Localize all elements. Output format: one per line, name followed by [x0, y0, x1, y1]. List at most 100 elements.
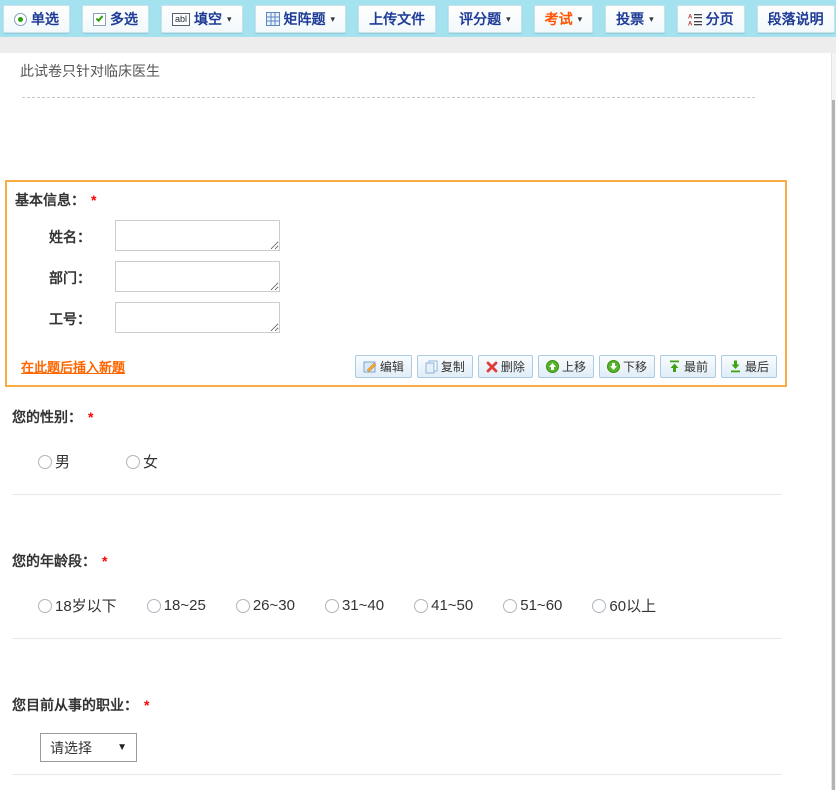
- radio-icon[interactable]: [236, 599, 250, 613]
- move-first-button[interactable]: 最前: [660, 355, 716, 378]
- toolbar-button-page-break[interactable]: AA 分页: [677, 5, 745, 33]
- action-label: 复制: [441, 358, 465, 375]
- field-label: 姓名：: [49, 220, 115, 247]
- move-down-icon: [607, 360, 620, 373]
- toolbar-button-vote[interactable]: 投票 ▾: [605, 5, 665, 33]
- gender-options: 男 女: [38, 451, 830, 472]
- copy-button[interactable]: 复制: [417, 355, 473, 378]
- radio-icon[interactable]: [414, 599, 428, 613]
- chevron-down-icon: ▾: [506, 15, 511, 24]
- employee-id-field[interactable]: [115, 302, 280, 333]
- question-title: 您的性别： *: [12, 407, 830, 427]
- question-action-buttons: 编辑 复制 删除 上移 下移: [355, 355, 777, 378]
- insert-question-link[interactable]: 在此题后插入新题: [21, 357, 125, 376]
- option-label: 女: [143, 451, 158, 472]
- move-up-icon: [546, 360, 559, 373]
- action-label: 编辑: [380, 358, 404, 375]
- radio-option-age-1[interactable]: 18~25: [147, 597, 206, 614]
- required-asterisk: *: [88, 409, 93, 425]
- action-label: 最后: [745, 358, 769, 375]
- toolbar-button-exam[interactable]: 考试 ▾: [534, 5, 594, 33]
- radio-option-male[interactable]: 男: [38, 451, 70, 472]
- toolbar-button-label: 单选: [31, 9, 59, 29]
- toolbar-button-matrix[interactable]: 矩阵题 ▾: [255, 5, 347, 33]
- radio-icon[interactable]: [126, 455, 140, 469]
- field-row-department: 部门：: [49, 261, 777, 292]
- toolbar-button-rating[interactable]: 评分题 ▾: [448, 5, 522, 33]
- toolbar-button-upload-file[interactable]: 上传文件: [358, 5, 436, 33]
- option-label: 51~60: [520, 597, 562, 614]
- move-down-button[interactable]: 下移: [599, 355, 655, 378]
- occupation-select[interactable]: 请选择 ▼: [40, 733, 137, 762]
- required-asterisk: *: [102, 553, 107, 569]
- question-type-toolbar: 单选 多选 abl 填空 ▾ 矩阵题 ▾ 上传文件 评分题 ▾ 考试 ▾ 投票 …: [0, 0, 836, 37]
- toolbar-button-label: 多选: [110, 9, 138, 29]
- option-label: 31~40: [342, 597, 384, 614]
- survey-editor-canvas: 此试卷只针对临床医生 基本信息：* 姓名： 部门： 工号： 在此题后插入新题 编…: [0, 53, 830, 790]
- radio-icon[interactable]: [38, 599, 52, 613]
- radio-option-age-6[interactable]: 60以上: [592, 595, 656, 616]
- toolbar-button-label: 考试: [545, 9, 573, 29]
- copy-icon: [425, 360, 438, 374]
- radio-icon[interactable]: [325, 599, 339, 613]
- question-title: 您目前从事的职业：*: [12, 695, 830, 715]
- edit-button[interactable]: 编辑: [355, 355, 412, 378]
- field-label: 部门：: [49, 261, 115, 288]
- question-age[interactable]: 您的年龄段：* 18岁以下 18~25 26~30 31~40 41~50: [12, 551, 830, 616]
- toolbar-button-label: 投票: [616, 9, 644, 29]
- option-label: 60以上: [609, 595, 656, 616]
- chevron-down-icon: ▾: [578, 15, 583, 24]
- radio-option-female[interactable]: 女: [126, 451, 158, 472]
- dropdown-arrow-icon: ▼: [117, 742, 127, 753]
- move-to-bottom-icon: [729, 360, 742, 373]
- toolbar-button-single-choice[interactable]: 单选: [3, 5, 70, 33]
- question-title-text: 基本信息：: [15, 192, 85, 208]
- radio-option-age-5[interactable]: 51~60: [503, 597, 562, 614]
- option-label: 26~30: [253, 597, 295, 614]
- age-options: 18岁以下 18~25 26~30 31~40 41~50 51~60: [38, 595, 830, 616]
- option-label: 18岁以下: [55, 595, 117, 616]
- toolbar-button-fill-blank[interactable]: abl 填空 ▾: [161, 5, 243, 33]
- action-label: 删除: [501, 358, 525, 375]
- radio-option-age-3[interactable]: 31~40: [325, 597, 384, 614]
- name-field[interactable]: [115, 220, 280, 251]
- radio-icon: [14, 13, 27, 26]
- radio-icon[interactable]: [147, 599, 161, 613]
- field-label: 工号：: [49, 302, 115, 329]
- option-label: 41~50: [431, 597, 473, 614]
- delete-x-icon: [486, 361, 498, 373]
- scrollbar[interactable]: [832, 100, 835, 790]
- radio-option-age-4[interactable]: 41~50: [414, 597, 473, 614]
- question-divider: [12, 494, 782, 495]
- chevron-down-icon: ▾: [331, 15, 336, 24]
- option-label: 18~25: [164, 597, 206, 614]
- option-label: 男: [55, 451, 70, 472]
- chevron-down-icon: ▾: [227, 15, 232, 24]
- radio-option-age-0[interactable]: 18岁以下: [38, 595, 117, 616]
- question-action-bar: 在此题后插入新题 编辑 复制 删除 上移: [15, 355, 777, 378]
- svg-text:A: A: [688, 21, 693, 26]
- department-field[interactable]: [115, 261, 280, 292]
- field-row-name: 姓名：: [49, 220, 777, 251]
- move-to-top-icon: [668, 360, 681, 373]
- question-title-text: 您的性别：: [12, 409, 82, 425]
- toolbar-button-label: 分页: [706, 9, 734, 29]
- question-title: 您的年龄段：*: [12, 551, 830, 571]
- delete-button[interactable]: 删除: [478, 355, 533, 378]
- move-up-button[interactable]: 上移: [538, 355, 594, 378]
- radio-option-age-2[interactable]: 26~30: [236, 597, 295, 614]
- move-last-button[interactable]: 最后: [721, 355, 777, 378]
- edit-icon: [363, 360, 377, 374]
- field-row-employee-id: 工号：: [49, 302, 777, 333]
- radio-icon[interactable]: [592, 599, 606, 613]
- radio-icon[interactable]: [503, 599, 517, 613]
- table-icon: [266, 12, 280, 26]
- radio-icon[interactable]: [38, 455, 52, 469]
- toolbar-button-multi-choice[interactable]: 多选: [82, 5, 149, 33]
- action-label: 下移: [623, 358, 647, 375]
- required-asterisk: *: [144, 697, 149, 713]
- question-occupation[interactable]: 您目前从事的职业：* 请选择 ▼: [12, 695, 830, 762]
- selected-question-basic-info[interactable]: 基本信息：* 姓名： 部门： 工号： 在此题后插入新题 编辑 复制: [5, 180, 787, 387]
- question-gender[interactable]: 您的性别： * 男 女: [12, 407, 830, 472]
- toolbar-button-paragraph-note[interactable]: 段落说明: [757, 5, 835, 33]
